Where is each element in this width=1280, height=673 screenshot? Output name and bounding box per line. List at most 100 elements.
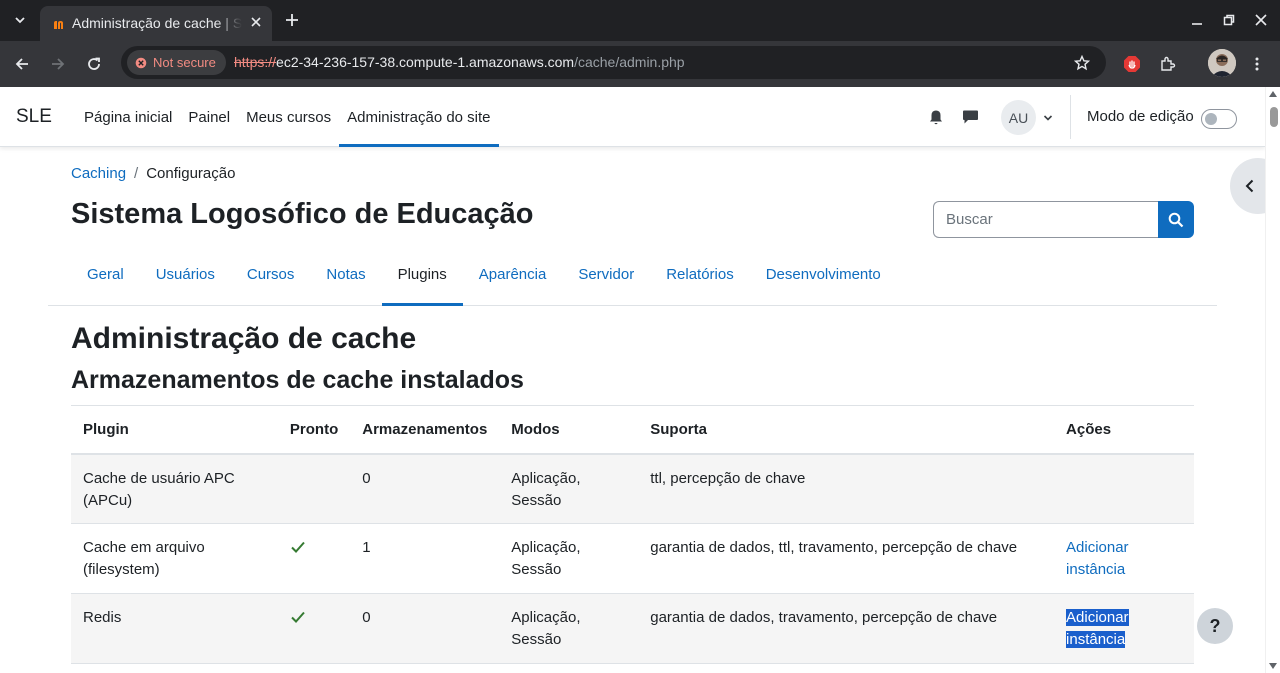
security-label: Not secure xyxy=(153,55,216,70)
url-text[interactable]: https://ec2-34-236-157-38.compute-1.amaz… xyxy=(234,54,685,71)
tab-search-button[interactable] xyxy=(8,8,32,32)
header-ready: Pronto xyxy=(277,405,351,455)
browser-tab-active[interactable]: Administração de cache | SLE xyxy=(40,6,272,41)
navbar-divider xyxy=(1070,95,1071,139)
tab-plugins[interactable]: Plugins xyxy=(381,243,463,306)
star-icon xyxy=(1074,55,1090,71)
cell-actions: Adicionar instância xyxy=(1054,523,1194,594)
plugin-id: (filesystem) xyxy=(83,561,160,578)
table-row: Cache de usuário APC (APCu) 0 Aplicação, S… xyxy=(71,453,1194,524)
puzzle-icon xyxy=(1161,56,1176,71)
table-header-row: Plugin Pronto Armazenamentos Modos Supor… xyxy=(71,405,1194,455)
tab-close-button[interactable] xyxy=(246,12,266,32)
cell-actions xyxy=(1054,453,1194,524)
profile-photo-icon xyxy=(1208,49,1236,77)
tab-courses[interactable]: Cursos xyxy=(231,243,311,305)
cell-modes: Aplicação, Sessão xyxy=(499,523,639,594)
secondary-navigation: Geral Usuários Cursos Notas Plugins Apar… xyxy=(48,243,1217,306)
window-close-button[interactable] xyxy=(1249,8,1273,32)
modes-line: Aplicação, xyxy=(511,609,581,626)
help-button[interactable]: ? xyxy=(1197,608,1233,644)
header-modes: Modos xyxy=(499,405,639,455)
scroll-thumb[interactable] xyxy=(1270,107,1278,127)
restore-button[interactable] xyxy=(1217,8,1241,32)
nav-item-home[interactable]: Página inicial xyxy=(76,87,180,147)
modes-line: Aplicação, xyxy=(511,539,581,556)
tab-development[interactable]: Desenvolvimento xyxy=(750,243,897,305)
cell-stores: 0 xyxy=(350,453,500,524)
tab-users[interactable]: Usuários xyxy=(140,243,231,305)
site-title: Sistema Logosófico de Educação xyxy=(71,198,534,230)
cell-ready xyxy=(277,593,351,664)
new-tab-button[interactable] xyxy=(281,9,303,31)
add-instance-link[interactable]: Adicionar instância xyxy=(1066,539,1129,578)
section-heading: Armazenamentos de cache instalados xyxy=(71,366,524,394)
page-scrollbar[interactable] xyxy=(1265,87,1280,673)
messages-button[interactable] xyxy=(960,107,980,127)
forward-button[interactable] xyxy=(45,51,71,77)
page-heading: Administração de cache xyxy=(71,322,417,355)
user-menu-avatar[interactable]: AU xyxy=(1001,100,1036,135)
tab-server[interactable]: Servidor xyxy=(562,243,650,305)
modes-line: Aplicação, xyxy=(511,469,581,487)
admin-search-input[interactable] xyxy=(933,201,1159,238)
header-actions: Ações xyxy=(1054,405,1194,455)
cell-supports: garantia de dados, travamento, percepção… xyxy=(638,593,1055,664)
address-bar[interactable]: Not secure https://ec2-34-236-157-38.com… xyxy=(121,46,1106,79)
breadcrumb-link-caching[interactable]: Caching xyxy=(71,165,126,182)
plus-icon xyxy=(286,14,298,26)
cell-actions: Adicionar instância xyxy=(1054,593,1194,664)
edit-mode-label: Modo de edição xyxy=(1087,108,1194,125)
table-row: Redis 0 Aplicação, Sessão garantia de dad… xyxy=(71,593,1194,664)
warning-icon xyxy=(135,57,147,68)
tab-general[interactable]: Geral xyxy=(71,243,140,305)
tab-grades[interactable]: Notas xyxy=(310,243,381,305)
moodle-favicon-icon xyxy=(54,21,63,29)
tab-reports[interactable]: Relatórios xyxy=(650,243,750,305)
admin-search xyxy=(933,201,1194,238)
search-submit-button[interactable] xyxy=(1158,201,1194,238)
edit-mode-toggle[interactable] xyxy=(1201,109,1237,129)
modes-line: Sessão xyxy=(511,631,562,648)
reload-icon xyxy=(88,57,100,70)
scroll-down-arrow-icon[interactable] xyxy=(1269,663,1277,669)
security-chip[interactable]: Not secure xyxy=(127,50,226,75)
bookmark-button[interactable] xyxy=(1071,52,1093,74)
search-icon xyxy=(1168,212,1184,227)
reload-button[interactable] xyxy=(81,51,107,77)
site-brand[interactable]: SLE xyxy=(16,106,52,128)
arrow-left-icon xyxy=(15,58,28,70)
action-line: instância xyxy=(1066,561,1126,578)
scroll-up-arrow-icon[interactable] xyxy=(1269,91,1277,97)
chevron-down-icon[interactable] xyxy=(1042,112,1054,124)
nav-item-my-courses[interactable]: Meus cursos xyxy=(238,87,339,147)
tab-title: Administração de cache | SLE xyxy=(72,15,242,31)
chat-bubble-icon xyxy=(962,110,978,124)
top-navbar: SLE Página inicial Painel Meus cursos Ad… xyxy=(0,87,1265,147)
profile-avatar-button[interactable] xyxy=(1208,49,1236,77)
header-supports: Suporta xyxy=(638,405,1055,455)
modes-line: Sessão xyxy=(511,561,562,578)
cell-supports: garantia de dados, ttl, travamento, perc… xyxy=(638,523,1055,594)
minimize-button[interactable] xyxy=(1185,8,1209,32)
header-stores: Armazenamentos xyxy=(350,405,500,455)
open-block-drawer-button[interactable] xyxy=(1230,158,1265,214)
extensions-menu-button[interactable] xyxy=(1155,51,1181,77)
browser-menu-button[interactable] xyxy=(1244,51,1270,77)
cell-plugin: Redis xyxy=(71,593,278,664)
tab-appearance[interactable]: Aparência xyxy=(463,243,563,305)
cell-plugin: Cache de usuário APC (APCu) xyxy=(71,453,278,524)
plugin-id: (APCu) xyxy=(83,491,133,509)
back-button[interactable] xyxy=(9,51,35,77)
nav-item-site-admin[interactable]: Administração do site xyxy=(339,87,499,147)
cell-ready xyxy=(277,523,351,594)
breadcrumb-separator: / xyxy=(134,165,139,182)
notifications-button[interactable] xyxy=(926,107,946,127)
chevron-down-icon xyxy=(15,17,25,24)
breadcrumb-current: Configuração xyxy=(146,165,236,182)
add-instance-link[interactable]: Adicionar instância xyxy=(1066,609,1129,648)
nav-item-dashboard[interactable]: Painel xyxy=(180,87,238,147)
url-scheme: https:// xyxy=(234,54,277,70)
plugin-name: Redis xyxy=(83,609,122,626)
extension-button[interactable] xyxy=(1119,51,1145,77)
